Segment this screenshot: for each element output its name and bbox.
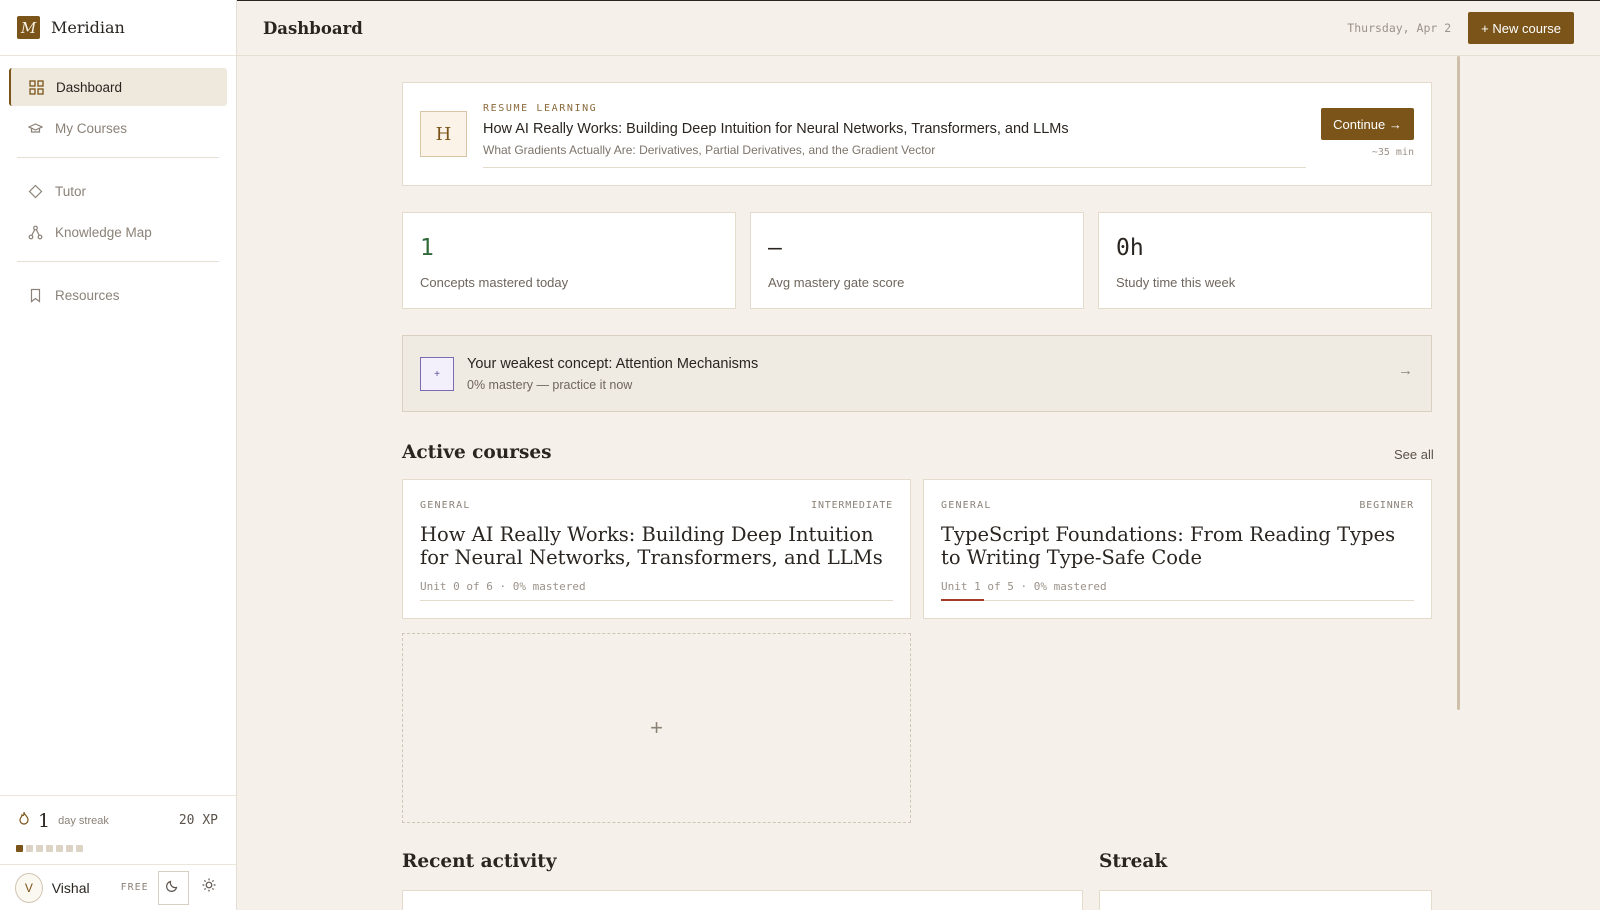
user-name: Vishal [51, 879, 90, 896]
moon-icon [166, 878, 180, 897]
streak-day-dot [56, 845, 63, 852]
graduation-icon [27, 120, 43, 136]
sun-icon [202, 878, 216, 897]
weakest-concept-title: Your weakest concept: Attention Mechanis… [467, 356, 759, 372]
stat-card-mastery-score: — Avg mastery gate score [750, 212, 1084, 309]
arrow-right-icon: → [1398, 362, 1413, 379]
see-all-link[interactable]: See all [1394, 447, 1434, 462]
sidebar-item-label: My Courses [55, 120, 128, 136]
course-category: GENERAL [420, 500, 471, 511]
streak-day-dot [46, 845, 53, 852]
weakest-concept-subtitle: 0% mastery — practice it now [467, 378, 633, 392]
resume-course-title: How AI Really Works: Building Deep Intui… [483, 121, 1069, 137]
stat-label: Study time this week [1116, 275, 1236, 290]
stat-value: — [768, 235, 782, 261]
course-meta: Unit 0 of 6 · 0% mastered [420, 580, 586, 593]
divider [483, 167, 1306, 168]
resume-lesson-title: What Gradients Actually Are: Derivatives… [483, 143, 936, 157]
sidebar-item-label: Dashboard [56, 79, 123, 95]
course-card[interactable]: GENERAL BEGINNER TypeScript Foundations:… [923, 479, 1432, 619]
streak-day-dot [76, 845, 83, 852]
time-estimate: ~35 min [1371, 147, 1414, 158]
continue-button[interactable]: Continue → [1321, 108, 1414, 140]
sidebar-footer: 1 day streak 20 XP V Vishal FREE [0, 795, 236, 910]
flame-icon [18, 811, 30, 830]
sidebar-item-resources[interactable]: Resources [9, 276, 227, 314]
divider [17, 157, 219, 158]
course-progress-fill [941, 599, 984, 601]
brand-name: Meridian [51, 18, 125, 37]
sidebar-item-label: Resources [55, 287, 120, 303]
sidebar-item-knowledge-map[interactable]: Knowledge Map [9, 213, 227, 251]
streak-day-dot [36, 845, 43, 852]
graph-icon [27, 224, 43, 240]
divider [17, 261, 219, 262]
plan-badge: FREE [120, 882, 149, 893]
current-date: Thursday, Apr 2 [1347, 21, 1452, 35]
sidebar-item-label: Tutor [55, 183, 87, 199]
course-level: BEGINNER [1359, 500, 1414, 511]
sidebar: M Meridian Dashboard My Courses Tutor Kn… [0, 0, 237, 910]
streak-label: day streak [58, 814, 109, 827]
streak-heading: Streak [1099, 851, 1168, 872]
resume-learning-card[interactable]: H RESUME LEARNING How AI Really Works: B… [402, 82, 1432, 186]
streak-summary: 1 day streak 20 XP [0, 795, 236, 845]
streak-day-dot [26, 845, 33, 852]
sparkle-icon: + [420, 357, 454, 391]
streak-count: 1 [38, 809, 51, 832]
recent-activity-heading: Recent activity [402, 851, 557, 872]
course-progress-track [941, 599, 1414, 601]
xp-count: 20 XP [178, 813, 218, 828]
sidebar-nav: Dashboard My Courses Tutor Knowledge Map [0, 56, 236, 314]
stat-card-concepts: 1 Concepts mastered today [402, 212, 736, 309]
streak-day-dot [16, 845, 23, 852]
diamond-icon [27, 183, 43, 199]
course-card[interactable]: GENERAL INTERMEDIATE How AI Really Works… [402, 479, 911, 619]
sidebar-item-dashboard[interactable]: Dashboard [9, 68, 227, 106]
course-progress-track [420, 600, 893, 601]
sidebar-item-tutor[interactable]: Tutor [9, 172, 227, 210]
new-course-button[interactable]: + New course [1468, 12, 1574, 44]
grid-icon [28, 79, 44, 95]
stat-value: 0h [1116, 235, 1144, 261]
course-title: TypeScript Foundations: From Reading Typ… [941, 523, 1396, 569]
light-mode-button[interactable] [197, 875, 221, 901]
user-row: V Vishal FREE [0, 864, 236, 910]
bookmark-icon [27, 287, 43, 303]
recent-activity-card [402, 890, 1083, 910]
course-title: How AI Really Works: Building Deep Intui… [420, 523, 883, 569]
sidebar-item-label: Knowledge Map [55, 224, 152, 240]
course-level: INTERMEDIATE [811, 500, 893, 511]
course-letter-badge: H [420, 111, 467, 157]
avatar[interactable]: V [15, 872, 43, 903]
streak-card [1099, 890, 1432, 910]
add-course-card[interactable]: + [402, 633, 911, 823]
active-courses-heading: Active courses [402, 442, 552, 463]
topbar: Dashboard Thursday, Apr 2 + New course [237, 0, 1600, 56]
weakest-concept-banner[interactable]: + Your weakest concept: Attention Mechan… [402, 335, 1432, 412]
course-category: GENERAL [941, 500, 992, 511]
page-title: Dashboard [263, 18, 363, 38]
stat-value: 1 [420, 235, 434, 261]
resume-kicker: RESUME LEARNING [483, 103, 598, 114]
streak-dots [0, 845, 236, 864]
stat-card-study-time: 0h Study time this week [1098, 212, 1432, 309]
streak-day-dot [66, 845, 73, 852]
dark-mode-button[interactable] [157, 870, 190, 905]
course-meta: Unit 1 of 5 · 0% mastered [941, 580, 1107, 593]
brand[interactable]: M Meridian [0, 0, 236, 56]
stat-label: Avg mastery gate score [768, 275, 905, 290]
stat-label: Concepts mastered today [420, 275, 569, 290]
brand-logo: M [17, 16, 40, 39]
scrollbar[interactable] [1457, 56, 1460, 710]
sidebar-item-my-courses[interactable]: My Courses [9, 109, 227, 147]
